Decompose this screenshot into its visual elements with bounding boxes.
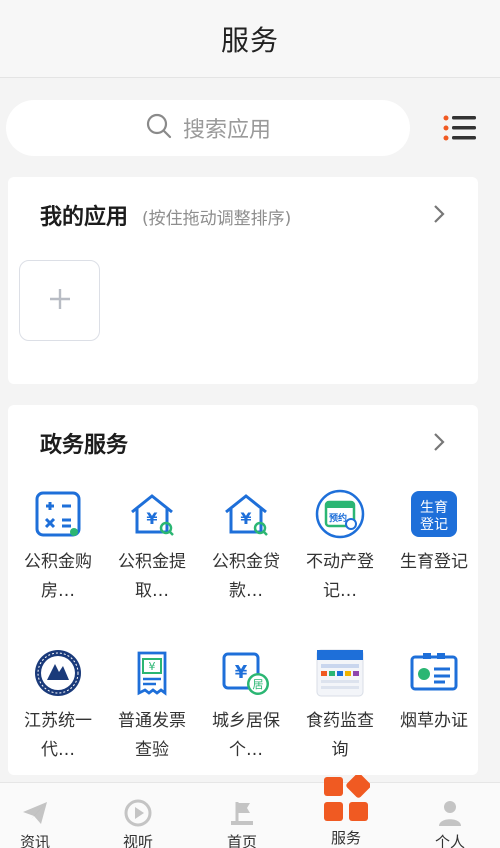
search-icon bbox=[145, 112, 173, 144]
list-menu-button[interactable] bbox=[443, 114, 477, 142]
tab-label: 视听 bbox=[122, 833, 153, 848]
plus-icon bbox=[48, 287, 72, 315]
badge-text: 预约 bbox=[329, 512, 347, 524]
gov-services-card: 政务服务 公积金购房… ¥ 公积金提取… ¥ 公积金贷款… 预约 不动产登记… … bbox=[8, 405, 478, 775]
app-item[interactable]: ¥ 公积金提取… bbox=[105, 488, 199, 606]
jiangsu-emblem-icon bbox=[32, 647, 84, 699]
tab-label: 首页 bbox=[226, 833, 257, 848]
badge-text: 居 bbox=[253, 678, 264, 691]
app-item[interactable]: ¥ 普通发票查验 bbox=[105, 647, 199, 765]
bottom-tab-bar: 资讯 视听 首页 服务 个人 bbox=[0, 775, 500, 848]
app-label: 烟草办证 bbox=[400, 711, 468, 731]
app-item[interactable]: ¥ 公积金贷款… bbox=[199, 488, 293, 606]
house-yuan-icon: ¥ bbox=[126, 488, 178, 540]
gov-services-title: 政务服务 bbox=[40, 433, 129, 458]
app-label: 生育登记 bbox=[400, 552, 468, 572]
app-item[interactable]: ¥ 居 城乡居保个… bbox=[199, 647, 293, 765]
calendar-appointment-icon: 预约 bbox=[314, 488, 366, 540]
service-blocks-icon bbox=[322, 775, 370, 823]
search-placeholder: 搜索应用 bbox=[182, 118, 271, 143]
search-row: 搜索应用 bbox=[0, 78, 500, 174]
svg-text:¥: ¥ bbox=[235, 662, 248, 683]
tab-label: 资讯 bbox=[19, 833, 50, 848]
gov-services-header: 政务服务 bbox=[40, 427, 128, 459]
tab-media[interactable]: 视听 bbox=[88, 783, 188, 848]
app-label: 公积金贷款… bbox=[212, 552, 280, 601]
svg-text:¥: ¥ bbox=[240, 509, 251, 528]
tab-label: 服务 bbox=[330, 829, 361, 847]
id-card-icon bbox=[408, 647, 460, 699]
tab-home[interactable]: 首页 bbox=[192, 783, 292, 848]
app-item[interactable]: 烟草办证 bbox=[387, 647, 481, 736]
tab-services[interactable]: 服务 bbox=[296, 775, 396, 848]
svg-text:生育: 生育 bbox=[420, 500, 448, 516]
page-title: 服务 bbox=[220, 23, 279, 57]
my-apps-header: 我的应用 (按住拖动调整排序) bbox=[40, 199, 291, 231]
app-item[interactable]: 生育 登记 生育登记 bbox=[387, 488, 481, 577]
list-icon bbox=[443, 115, 477, 146]
app-label: 江苏统一代… bbox=[24, 711, 92, 760]
person-icon bbox=[435, 799, 465, 827]
chevron-right-icon[interactable] bbox=[432, 431, 446, 453]
home-flag-icon bbox=[227, 799, 257, 827]
app-label: 不动产登记… bbox=[306, 552, 374, 601]
tab-label: 个人 bbox=[434, 833, 465, 848]
svg-text:登记: 登记 bbox=[420, 517, 448, 533]
add-app-button[interactable] bbox=[19, 260, 100, 341]
app-item[interactable]: 江苏统一代… bbox=[11, 647, 105, 765]
search-input[interactable]: 搜索应用 bbox=[6, 100, 410, 156]
app-item[interactable]: 食药监查询 bbox=[293, 647, 387, 765]
app-item[interactable]: 预约 不动产登记… bbox=[293, 488, 387, 606]
my-apps-card: 我的应用 (按住拖动调整排序) bbox=[8, 177, 478, 384]
invoice-icon: ¥ bbox=[126, 647, 178, 699]
tab-news[interactable]: 资讯 bbox=[0, 783, 85, 848]
pension-icon: ¥ 居 bbox=[220, 647, 272, 699]
svg-text:¥: ¥ bbox=[146, 509, 157, 528]
app-label: 公积金提取… bbox=[118, 552, 186, 601]
paper-plane-icon bbox=[20, 799, 50, 827]
birth-registration-icon: 生育 登记 bbox=[408, 488, 460, 540]
app-label: 普通发票查验 bbox=[118, 711, 186, 760]
food-drug-icon bbox=[314, 647, 366, 699]
top-bar: 服务 bbox=[0, 0, 500, 78]
tab-profile[interactable]: 个人 bbox=[400, 783, 500, 848]
my-apps-title: 我的应用 bbox=[40, 205, 129, 230]
calculator-icon bbox=[32, 488, 84, 540]
my-apps-hint: (按住拖动调整排序) bbox=[142, 209, 292, 229]
app-label: 食药监查询 bbox=[306, 711, 374, 760]
app-item[interactable]: 公积金购房… bbox=[11, 488, 105, 606]
chevron-right-icon[interactable] bbox=[432, 203, 446, 225]
house-yuan-search-icon: ¥ bbox=[220, 488, 272, 540]
play-icon bbox=[123, 799, 153, 827]
app-label: 公积金购房… bbox=[24, 552, 92, 601]
app-label: 城乡居保个… bbox=[212, 711, 280, 760]
svg-text:¥: ¥ bbox=[149, 660, 156, 673]
